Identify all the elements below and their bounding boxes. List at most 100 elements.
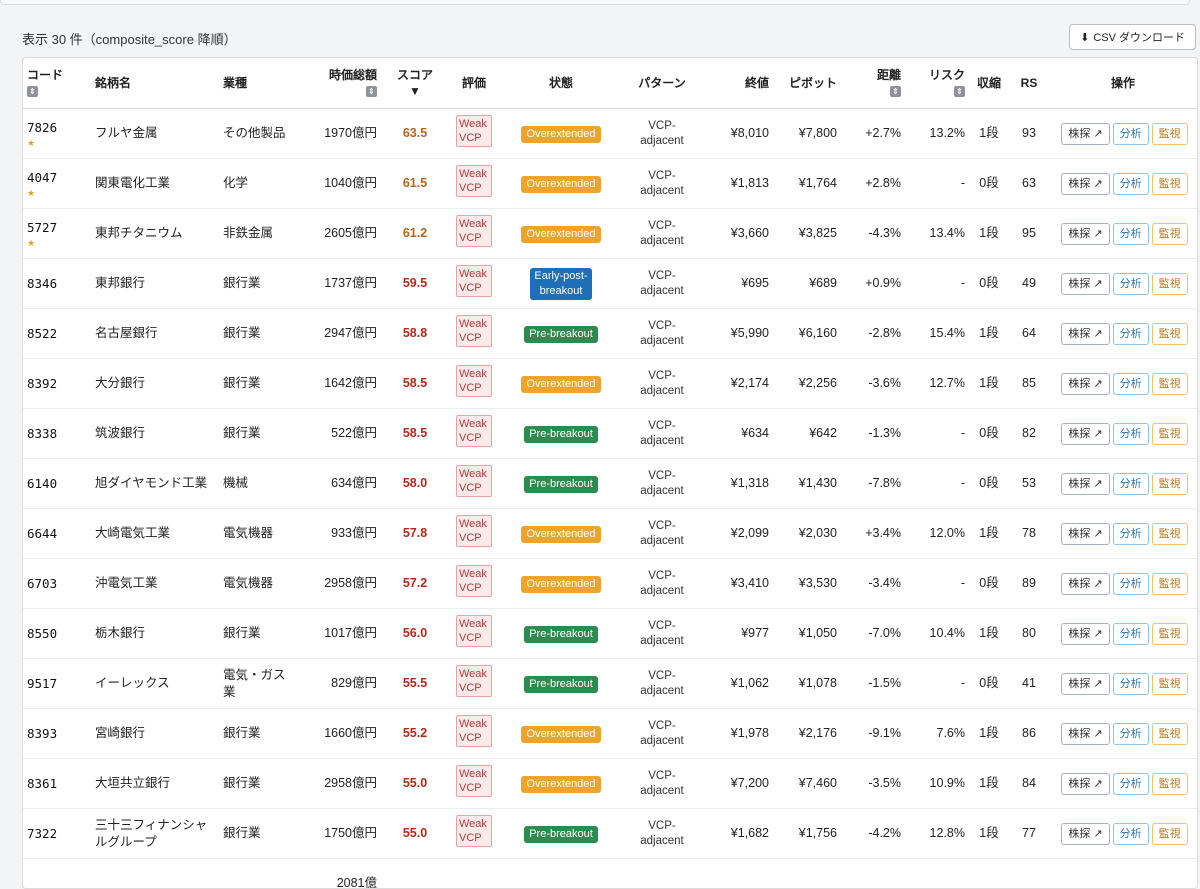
table-row[interactable]: 7826★フルヤ金属その他製品1970億円63.5Weak VCPOverext…: [23, 109, 1197, 159]
col-code[interactable]: コード⇕: [23, 58, 91, 109]
table-row[interactable]: 5727★東邦チタニウム非鉄金属2605億円61.2Weak VCPOverex…: [23, 209, 1197, 259]
kabutan-link-button[interactable]: 株探 ↗: [1061, 573, 1109, 595]
distance-pct: -1.3%: [841, 409, 905, 459]
table-row[interactable]: 6703沖電気工業電気機器2958億円57.2Weak VCPOverexten…: [23, 559, 1197, 609]
market-cap: 2605億円: [291, 209, 381, 259]
kabutan-link-button[interactable]: 株探 ↗: [1061, 323, 1109, 345]
table-row[interactable]: 6140旭ダイヤモンド工業機械634億円58.0Weak VCPPre-brea…: [23, 459, 1197, 509]
kabutan-link-button[interactable]: 株探 ↗: [1061, 723, 1109, 745]
watch-button[interactable]: 監視: [1152, 123, 1188, 145]
watch-button[interactable]: 監視: [1152, 173, 1188, 195]
kabutan-link-button[interactable]: 株探 ↗: [1061, 423, 1109, 445]
col-contraction[interactable]: 収縮: [969, 58, 1009, 109]
kabutan-link-button[interactable]: 株探 ↗: [1061, 773, 1109, 795]
table-row[interactable]: 6644大崎電気工業電気機器933億円57.8Weak VCPOverexten…: [23, 509, 1197, 559]
col-rs[interactable]: RS: [1009, 58, 1049, 109]
watch-button[interactable]: 監視: [1152, 623, 1188, 645]
table-row[interactable]: 7322三十三フィナンシャルグループ銀行業1750億円55.0Weak VCPP…: [23, 809, 1197, 859]
kabutan-link-button[interactable]: 株探 ↗: [1061, 473, 1109, 495]
table-row[interactable]: 4047★関東電化工業化学1040億円61.5Weak VCPOverexten…: [23, 159, 1197, 209]
kabutan-link-button[interactable]: 株探 ↗: [1061, 273, 1109, 295]
stock-name: 三十三フィナンシャルグループ: [91, 809, 219, 859]
watch-button[interactable]: 監視: [1152, 273, 1188, 295]
rs-value: 53: [1009, 459, 1049, 509]
rating-badge: Weak VCP: [456, 215, 492, 247]
analyze-button[interactable]: 分析: [1113, 723, 1149, 745]
analyze-button[interactable]: 分析: [1113, 323, 1149, 345]
table-row[interactable]: 8522名古屋銀行銀行業2947億円58.8Weak VCPPre-breako…: [23, 309, 1197, 359]
col-pattern[interactable]: パターン: [623, 58, 701, 109]
sort-icon[interactable]: ⇕: [890, 86, 901, 97]
col-risk[interactable]: リスク⇕: [905, 58, 969, 109]
col-actions: 操作: [1049, 58, 1197, 109]
col-close[interactable]: 終値: [701, 58, 773, 109]
analyze-button[interactable]: 分析: [1113, 573, 1149, 595]
external-link-icon: ↗: [1093, 228, 1102, 240]
risk-pct: 7.6%: [905, 709, 969, 759]
col-distance[interactable]: 距離⇕: [841, 58, 905, 109]
pattern-label: [623, 859, 701, 889]
kabutan-link-button[interactable]: 株探 ↗: [1061, 373, 1109, 395]
sort-icon[interactable]: ⇕: [954, 86, 965, 97]
table-row[interactable]: 8346東邦銀行銀行業1737億円59.5Weak VCPEarly-post-…: [23, 259, 1197, 309]
table-row[interactable]: 8550栃木銀行銀行業1017億円56.0Weak VCPPre-breakou…: [23, 609, 1197, 659]
watch-button[interactable]: 監視: [1152, 723, 1188, 745]
analyze-button[interactable]: 分析: [1113, 273, 1149, 295]
watch-button[interactable]: 監視: [1152, 373, 1188, 395]
kabutan-link-button[interactable]: 株探 ↗: [1061, 223, 1109, 245]
analyze-button[interactable]: 分析: [1113, 373, 1149, 395]
col-pivot[interactable]: ピボット: [773, 58, 841, 109]
kabutan-link-button[interactable]: 株探 ↗: [1061, 123, 1109, 145]
kabutan-link-button[interactable]: 株探 ↗: [1061, 623, 1109, 645]
pattern-label: VCP-adjacent: [623, 109, 701, 159]
watch-button[interactable]: 監視: [1152, 773, 1188, 795]
watch-button[interactable]: 監視: [1152, 673, 1188, 695]
kabutan-link-button[interactable]: 株探 ↗: [1061, 823, 1109, 845]
watch-button[interactable]: 監視: [1152, 473, 1188, 495]
analyze-button[interactable]: 分析: [1113, 823, 1149, 845]
col-sector[interactable]: 業種: [219, 58, 291, 109]
analyze-button[interactable]: 分析: [1113, 673, 1149, 695]
analyze-button[interactable]: 分析: [1113, 223, 1149, 245]
watch-button[interactable]: 監視: [1152, 823, 1188, 845]
watch-button[interactable]: 監視: [1152, 223, 1188, 245]
col-score[interactable]: スコア▼: [381, 58, 449, 109]
kabutan-link-button[interactable]: 株探 ↗: [1061, 673, 1109, 695]
composite-score: 56.0: [381, 609, 449, 659]
sort-desc-icon[interactable]: ▼: [409, 84, 421, 98]
watch-button[interactable]: 監視: [1152, 323, 1188, 345]
col-market-cap[interactable]: 時価総額⇕: [291, 58, 381, 109]
analyze-button[interactable]: 分析: [1113, 623, 1149, 645]
watch-button[interactable]: 監視: [1152, 423, 1188, 445]
table-row[interactable]: 2081億: [23, 859, 1197, 889]
table-row[interactable]: 8392大分銀行銀行業1642億円58.5Weak VCPOverextende…: [23, 359, 1197, 409]
kabutan-link-button[interactable]: 株探 ↗: [1061, 523, 1109, 545]
watch-button[interactable]: 監視: [1152, 573, 1188, 595]
risk-pct: [905, 859, 969, 889]
table-row[interactable]: 8361大垣共立銀行銀行業2958億円55.0Weak VCPOverexten…: [23, 759, 1197, 809]
col-name[interactable]: 銘柄名: [91, 58, 219, 109]
watch-button[interactable]: 監視: [1152, 523, 1188, 545]
analyze-button[interactable]: 分析: [1113, 123, 1149, 145]
kabutan-link-button[interactable]: 株探 ↗: [1061, 173, 1109, 195]
csv-download-button[interactable]: ⬇ CSV ダウンロード: [1069, 24, 1196, 50]
pivot-price: ¥1,050: [773, 609, 841, 659]
stock-sector: 機械: [219, 459, 291, 509]
analyze-button[interactable]: 分析: [1113, 423, 1149, 445]
table-row[interactable]: 9517イーレックス電気・ガス業829億円55.5Weak VCPPre-bre…: [23, 659, 1197, 709]
analyze-button[interactable]: 分析: [1113, 473, 1149, 495]
contraction-stage: 1段: [969, 609, 1009, 659]
sort-icon[interactable]: ⇕: [27, 86, 38, 97]
table-row[interactable]: 8393宮崎銀行銀行業1660億円55.2Weak VCPOverextende…: [23, 709, 1197, 759]
analyze-button[interactable]: 分析: [1113, 773, 1149, 795]
analyze-button[interactable]: 分析: [1113, 523, 1149, 545]
rs-value: 95: [1009, 209, 1049, 259]
col-state[interactable]: 状態: [499, 58, 623, 109]
table-row[interactable]: 8338筑波銀行銀行業522億円58.5Weak VCPPre-breakout…: [23, 409, 1197, 459]
stock-code: 8338: [27, 426, 57, 441]
rs-value: 93: [1009, 109, 1049, 159]
col-rating[interactable]: 評価: [449, 58, 499, 109]
analyze-button[interactable]: 分析: [1113, 173, 1149, 195]
sort-icon[interactable]: ⇕: [366, 86, 377, 97]
pattern-label: VCP-adjacent: [623, 759, 701, 809]
